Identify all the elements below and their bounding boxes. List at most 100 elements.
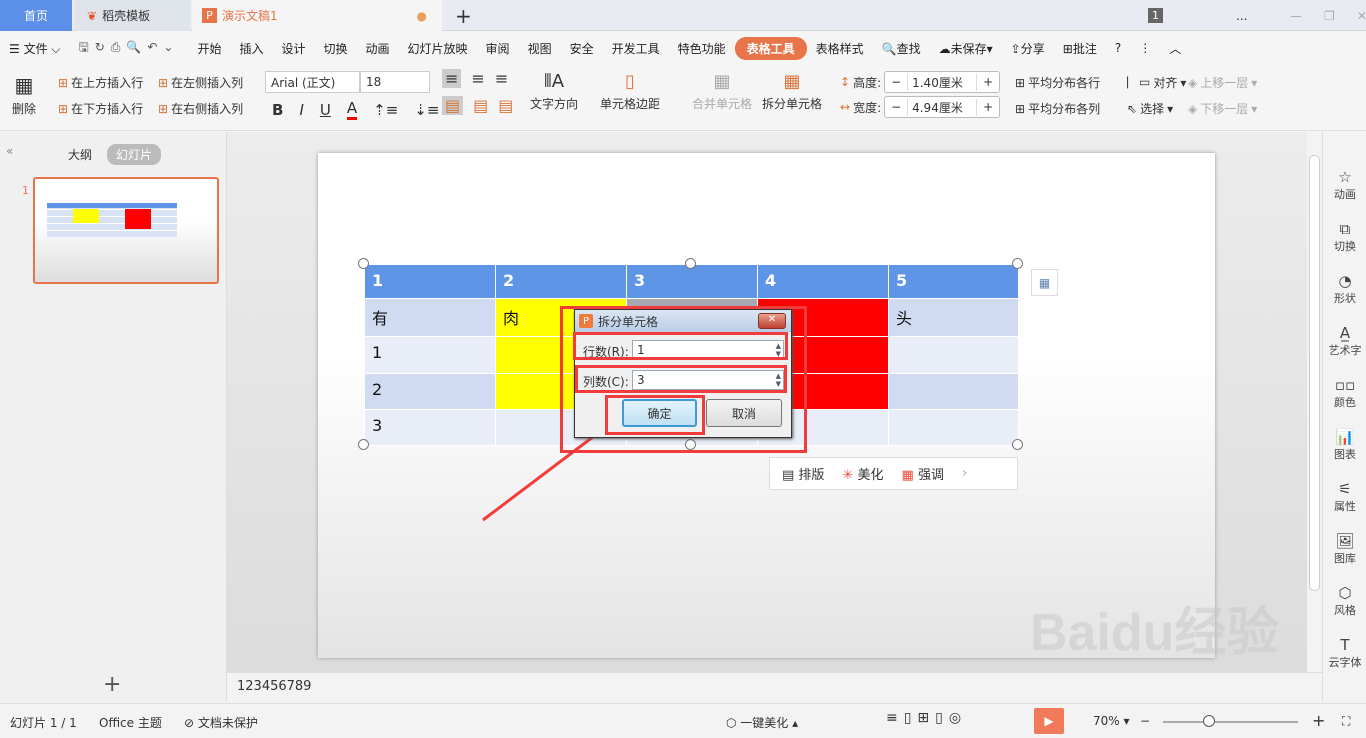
insert-left-button[interactable]: ⊞ 在左侧插入列 [158, 74, 243, 91]
italic-button[interactable]: I [299, 101, 303, 119]
select-button[interactable]: ⇖ 选择 ▾ [1127, 100, 1173, 117]
layout-button[interactable]: ▤ 排版 [782, 464, 824, 483]
sidebar-color[interactable]: ▫▫ 颜色 [1323, 376, 1366, 410]
height-value[interactable]: 1.40厘米 [907, 73, 978, 91]
unsaved-button[interactable]: ☁未保存▾ [930, 40, 1002, 57]
vertical-scrollbar[interactable] [1309, 155, 1320, 591]
tab-document[interactable]: P 演示文稿1 ● [192, 0, 442, 31]
header-cell[interactable]: 1 [364, 264, 496, 299]
file-menu[interactable]: ☰ 文件 ⌵ [0, 40, 70, 57]
slide-thumbnail[interactable] [33, 177, 219, 284]
comment-button[interactable]: ⊞批注 [1054, 40, 1106, 57]
more-options-icon[interactable]: ⋮ [1130, 41, 1160, 55]
align-middle-icon[interactable]: ▤ [473, 96, 488, 115]
minimize-icon[interactable]: — [1290, 9, 1302, 23]
add-slide-button[interactable]: + [103, 672, 121, 697]
menu-animation[interactable]: 动画 [357, 40, 399, 57]
text-direction-button[interactable]: ⦀A 文字方向 [530, 71, 578, 112]
header-cell[interactable]: 2 [495, 264, 627, 299]
font-size-select[interactable]: 18 [360, 71, 430, 93]
underline-button[interactable]: U [320, 101, 331, 119]
close-icon[interactable]: ✕ [1357, 9, 1366, 23]
bring-forward-button[interactable]: ◈ 上移一层 ▾ [1188, 74, 1257, 91]
tab-home[interactable]: 首页 [0, 0, 72, 31]
align-left-icon[interactable]: ≡ [442, 69, 462, 88]
share-button[interactable]: ⇪分享 [1002, 40, 1054, 57]
menu-features[interactable]: 特色功能 [669, 40, 735, 57]
align-top-icon[interactable]: ▤ [442, 96, 464, 115]
table-cell[interactable]: 有 [364, 298, 496, 337]
resize-handle[interactable] [358, 258, 369, 269]
line-spacing-down-icon[interactable]: ⇣≡ [414, 101, 439, 119]
menu-search[interactable]: 🔍查找 [873, 40, 930, 57]
tab-template[interactable]: ❦ 稻壳模板 [75, 0, 190, 31]
table-cell[interactable]: 头 [888, 298, 1019, 337]
decrease-button[interactable]: − [885, 75, 907, 89]
cell-margin-button[interactable]: ▯ 单元格边距 [600, 71, 660, 112]
quick-access-icons[interactable]: 🖫↻⎙🔍↶⌄ [70, 38, 189, 59]
notes-area[interactable]: 123456789 [227, 672, 1322, 702]
play-slideshow-button[interactable]: ▶ [1034, 708, 1064, 734]
split-cells-button[interactable]: ▦ 拆分单元格 [762, 71, 822, 112]
outline-tab[interactable]: 大纲 [68, 146, 92, 163]
font-color-button[interactable]: A [346, 99, 358, 120]
header-cell[interactable]: 5 [888, 264, 1019, 299]
sidebar-style[interactable]: ⬡ 风格 [1323, 584, 1366, 618]
collapse-ribbon-icon[interactable]: ︿ [1160, 40, 1190, 57]
distribute-cols-button[interactable]: ⊞ 平均分布各列 [1015, 100, 1100, 117]
header-cell[interactable]: 3 [626, 264, 758, 299]
merge-cells-button[interactable]: ▦ 合并单元格 [692, 71, 752, 112]
align-bottom-icon[interactable]: ▤ [498, 96, 513, 115]
line-spacing-up-icon[interactable]: ⇡≡ [373, 101, 398, 119]
table-cell[interactable] [888, 409, 1019, 446]
sidebar-shape[interactable]: ◔ 形状 [1323, 272, 1366, 306]
font-family-select[interactable]: Arial (正文) [265, 71, 360, 93]
resize-handle[interactable] [1012, 439, 1023, 450]
zoom-select[interactable]: 70% ▾ [1093, 714, 1130, 728]
more-button[interactable]: ... [1236, 0, 1247, 31]
collapse-panel-icon[interactable]: « [6, 144, 13, 158]
menu-table-tools[interactable]: 表格工具 [734, 36, 807, 60]
restore-icon[interactable]: ❐ [1324, 9, 1335, 23]
table-cell[interactable]: 1 [364, 336, 496, 374]
increase-button[interactable]: + [977, 100, 999, 114]
menu-security[interactable]: 安全 [561, 40, 603, 57]
zoom-out-button[interactable]: − [1140, 714, 1150, 728]
align-center-icon[interactable]: ≡ [471, 69, 484, 88]
menu-table-style[interactable]: 表格样式 [807, 40, 873, 57]
protection-status[interactable]: ⊘ 文档未保护 [184, 714, 258, 731]
decrease-button[interactable]: − [885, 100, 907, 114]
insert-above-button[interactable]: ⊞ 在上方插入行 [58, 74, 143, 91]
resize-handle[interactable] [1012, 258, 1023, 269]
align-button[interactable]: ⎸▭ 对齐 ▾ [1127, 74, 1186, 91]
insert-right-button[interactable]: ⊞ 在右侧插入列 [158, 100, 243, 117]
menu-slideshow[interactable]: 幻灯片放映 [399, 40, 477, 57]
view-buttons[interactable]: ≡▯⊞▯◎ [886, 710, 967, 726]
increase-button[interactable]: + [977, 75, 999, 89]
sidebar-gallery[interactable]: 🖼 图库 [1323, 532, 1366, 566]
header-cell[interactable]: 4 [757, 264, 889, 299]
zoom-slider[interactable] [1163, 715, 1298, 727]
zoom-in-button[interactable]: + [1312, 711, 1325, 730]
help-button[interactable]: ? [1106, 41, 1130, 55]
menu-insert[interactable]: 插入 [230, 40, 272, 57]
emphasis-button[interactable]: ▦ 强调 [902, 464, 944, 483]
theme-name[interactable]: Office 主题 [99, 714, 162, 731]
sidebar-cloud-font[interactable]: T 云字体 [1323, 636, 1366, 670]
sidebar-properties[interactable]: ⚟ 属性 [1323, 480, 1366, 514]
table-cell[interactable] [888, 336, 1019, 374]
width-input[interactable]: −4.94厘米 + [884, 96, 1001, 118]
new-tab-button[interactable]: + [455, 0, 472, 31]
menu-transition[interactable]: 切换 [315, 40, 357, 57]
sidebar-wordart[interactable]: A̲ 艺术字 [1323, 324, 1366, 358]
zoom-slider-thumb[interactable] [1203, 715, 1215, 727]
chevron-right-icon[interactable]: › [962, 466, 967, 481]
table-cell[interactable] [888, 373, 1019, 410]
fit-window-icon[interactable]: ⛶ [1342, 714, 1350, 729]
menu-view[interactable]: 视图 [519, 40, 561, 57]
width-value[interactable]: 4.94厘米 [907, 98, 978, 116]
sidebar-chart[interactable]: 📊 图表 [1323, 428, 1366, 462]
insert-below-button[interactable]: ⊞ 在下方插入行 [58, 100, 143, 117]
bold-button[interactable]: B [272, 101, 283, 119]
resize-handle[interactable] [685, 258, 696, 269]
